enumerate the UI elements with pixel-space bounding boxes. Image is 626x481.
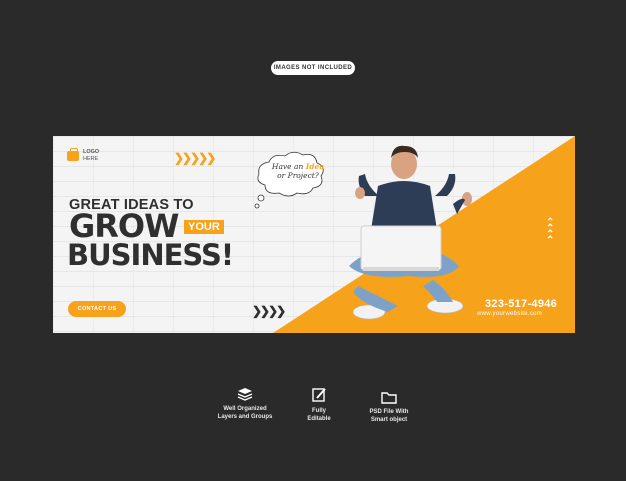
feature-layers: Well Organized Layers and Groups bbox=[205, 387, 285, 421]
logo-subtitle: HERE bbox=[83, 156, 99, 162]
images-not-included-badge: IMAGES NOT INCLUDED bbox=[271, 61, 355, 75]
thought-bubble-text: Have an Idea or Project? bbox=[268, 162, 328, 180]
feature-editable-line2: Editable bbox=[307, 416, 331, 422]
headline-business: BUSINESS! bbox=[67, 238, 234, 272]
logo-placeholder: LOGO HERE bbox=[83, 149, 99, 163]
chevrons-top-icon: ❯❯❯❯❯ bbox=[174, 151, 216, 165]
phone-number: 323-517-4946 bbox=[485, 298, 558, 310]
feature-editable: Fully Editable bbox=[279, 387, 359, 423]
contact-us-button[interactable]: CONTACT US bbox=[68, 301, 126, 317]
layers-icon bbox=[237, 388, 253, 401]
feature-layers-line2: Layers and Groups bbox=[217, 414, 273, 420]
bubble-idea-word: Idea bbox=[305, 162, 325, 171]
facebook-cover-banner: LOGO HERE ❯❯❯❯❯ GREAT IDEAS TO GROW YOUR… bbox=[53, 136, 575, 333]
feature-editable-line1: Fully bbox=[311, 408, 326, 414]
feature-psd-line1: PSD File With bbox=[369, 409, 409, 415]
briefcase-icon bbox=[67, 148, 79, 161]
website-url[interactable]: www.yourwebsite.com bbox=[477, 311, 542, 317]
feature-layers-line1: Well Organized bbox=[223, 406, 267, 412]
bubble-line1-prefix: Have an bbox=[271, 162, 306, 171]
logo-title: LOGO bbox=[83, 149, 100, 155]
headline-your-tag: YOUR bbox=[184, 220, 224, 234]
chevrons-bottom-icon: ❯❯❯❯ bbox=[252, 304, 286, 318]
chevrons-up-icon: ⌃ ⌃ ⌃ ⌃ bbox=[546, 217, 555, 246]
feature-psd-line2: Smart object bbox=[370, 417, 408, 423]
folder-icon bbox=[381, 392, 397, 404]
mockup-stage: IMAGES NOT INCLUDED LOGO HERE ❯❯❯❯❯ GREA… bbox=[0, 0, 626, 481]
bubble-line2: or Project? bbox=[277, 171, 319, 180]
edit-icon bbox=[312, 388, 326, 402]
feature-psd: PSD File With Smart object bbox=[349, 390, 429, 424]
thought-bubble-icon bbox=[254, 151, 324, 209]
